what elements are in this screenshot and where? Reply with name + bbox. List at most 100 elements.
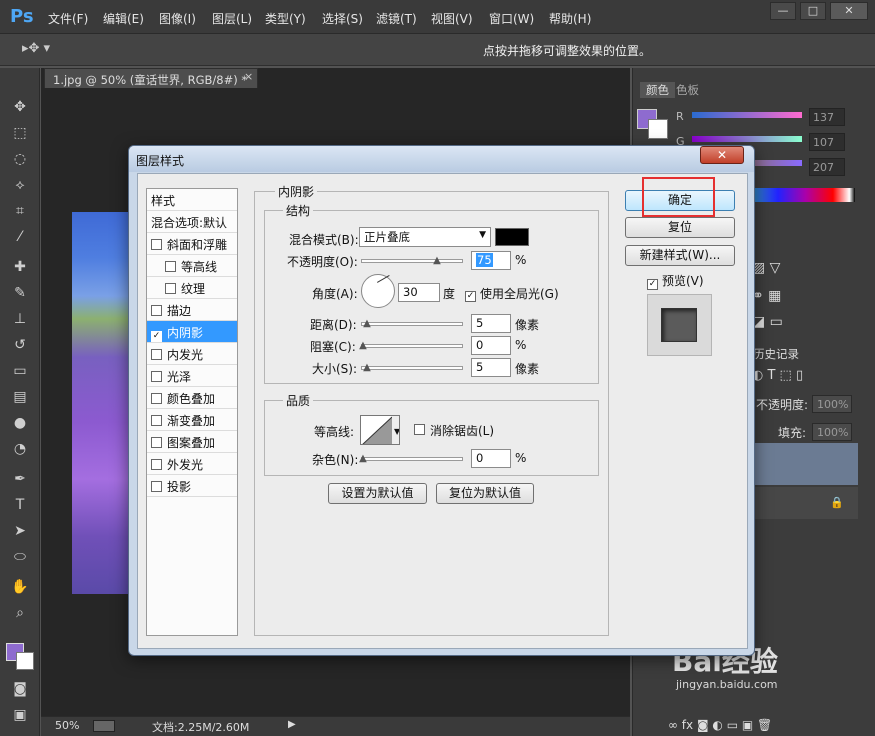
shape-tool-icon[interactable]: ⬭	[9, 548, 31, 566]
path-select-icon[interactable]: ➤	[9, 522, 31, 540]
stamp-tool-icon[interactable]: ⊥	[9, 310, 31, 328]
opacity-slider-thumb[interactable]: ▲	[432, 256, 442, 266]
maximize-button[interactable]: □	[800, 2, 826, 20]
eraser-tool-icon[interactable]: ▭	[9, 362, 31, 380]
layer-fill-field[interactable]: 100%	[812, 423, 852, 441]
quick-mask-icon[interactable]: ◙	[9, 680, 31, 698]
style-checkbox[interactable]	[151, 305, 162, 316]
background-color-swatch[interactable]	[16, 652, 34, 670]
style-checkbox[interactable]	[151, 415, 162, 426]
distance-field[interactable]: 5	[471, 314, 511, 333]
style-checkbox[interactable]	[151, 239, 162, 250]
lasso-tool-icon[interactable]: ◌	[9, 150, 31, 168]
panel-background-swatch[interactable]	[648, 119, 668, 139]
style-item[interactable]: 等高线	[147, 255, 237, 277]
new-style-button[interactable]: 新建样式(W)...	[625, 245, 735, 266]
angle-dial[interactable]	[361, 274, 395, 308]
eyedropper-tool-icon[interactable]: ⁄	[9, 228, 31, 246]
dodge-tool-icon[interactable]: ◔	[9, 440, 31, 458]
style-item[interactable]: 斜面和浮雕	[147, 233, 237, 255]
history-brush-icon[interactable]: ↺	[9, 336, 31, 354]
style-item[interactable]: ✓ 内阴影	[147, 321, 237, 343]
menu-item[interactable]: 帮助(H)	[549, 10, 591, 27]
zoom-tool-icon[interactable]: ⌕	[9, 604, 31, 622]
style-checkbox[interactable]: ✓	[151, 331, 162, 342]
styles-header[interactable]: 样式	[147, 189, 237, 211]
style-item[interactable]: 纹理	[147, 277, 237, 299]
antialias-checkbox[interactable]	[414, 423, 430, 437]
layer-bottom-icons[interactable]: ∞ fx ◙ ◐ ▭ ▣ 🗑	[668, 718, 772, 732]
brush-tool-icon[interactable]: ✎	[9, 284, 31, 302]
blur-tool-icon[interactable]: ●	[9, 414, 31, 432]
menu-item[interactable]: 选择(S)	[322, 10, 363, 27]
blend-mode-select[interactable]: 正片叠底 ▼	[359, 227, 491, 247]
reset-button[interactable]: 复位	[625, 217, 735, 238]
zoom-level[interactable]: 50%	[55, 719, 79, 732]
menu-item[interactable]: 图像(I)	[159, 10, 196, 27]
menu-item[interactable]: 视图(V)	[431, 10, 473, 27]
noise-slider-thumb[interactable]: ▲	[358, 454, 368, 464]
menu-item[interactable]: 窗口(W)	[489, 10, 534, 27]
style-item[interactable]: 颜色叠加	[147, 387, 237, 409]
noise-slider[interactable]	[361, 457, 463, 461]
b-slider[interactable]	[750, 160, 802, 166]
status-menu-arrow-icon[interactable]: ▶	[288, 719, 296, 730]
choke-slider[interactable]	[361, 344, 463, 348]
move-tool-preset-icon[interactable]: ▸✥ ▾	[22, 41, 50, 56]
b-field[interactable]: 207	[809, 158, 845, 176]
menu-item[interactable]: 图层(L)	[212, 10, 252, 27]
r-field[interactable]: 137	[809, 108, 845, 126]
angle-field[interactable]: 30	[398, 283, 440, 302]
style-item[interactable]: 光泽	[147, 365, 237, 387]
close-tab-icon[interactable]: ×	[244, 70, 253, 83]
gradient-tool-icon[interactable]: ▤	[9, 388, 31, 406]
layer-filter-icons[interactable]: ◐ T ⬚ ▯	[752, 368, 803, 383]
size-slider-thumb[interactable]: ▲	[362, 363, 372, 373]
screen-mode-icon[interactable]: ▣	[9, 706, 31, 724]
pen-tool-icon[interactable]: ✒	[9, 470, 31, 488]
style-checkbox[interactable]	[165, 283, 176, 294]
size-field[interactable]: 5	[471, 358, 511, 377]
adjustment-icons[interactable]: ▨ ▽	[752, 260, 780, 276]
document-tab[interactable]: 1.jpg @ 50% (童话世界, RGB/8#) *	[44, 68, 258, 88]
style-checkbox[interactable]	[151, 437, 162, 448]
style-item[interactable]: 描边	[147, 299, 237, 321]
style-item[interactable]: 投影	[147, 475, 237, 497]
adjustment-icons-row3[interactable]: ◪ ▭	[752, 314, 783, 330]
style-item[interactable]: 图案叠加	[147, 431, 237, 453]
menu-item[interactable]: 编辑(E)	[103, 10, 144, 27]
layer-opacity-field[interactable]: 100%	[812, 395, 852, 413]
color-spectrum[interactable]	[745, 188, 855, 202]
global-light-checkbox[interactable]: ✓	[465, 286, 481, 302]
noise-field[interactable]: 0	[471, 449, 511, 468]
style-item[interactable]: 渐变叠加	[147, 409, 237, 431]
choke-slider-thumb[interactable]: ▲	[358, 341, 368, 351]
reset-default-button[interactable]: 复位为默认值	[436, 483, 534, 504]
marquee-tool-icon[interactable]: ⬚	[9, 124, 31, 142]
minimize-button[interactable]: —	[770, 2, 796, 20]
quick-select-tool-icon[interactable]: ⟡	[9, 176, 31, 194]
r-slider[interactable]	[692, 112, 802, 118]
close-window-button[interactable]: ✕	[830, 2, 868, 20]
choke-field[interactable]: 0	[471, 336, 511, 355]
style-item[interactable]: 内发光	[147, 343, 237, 365]
style-checkbox[interactable]	[151, 481, 162, 492]
g-slider[interactable]	[692, 136, 802, 142]
healing-brush-icon[interactable]: ✚	[9, 258, 31, 276]
opacity-field[interactable]: 75	[471, 251, 511, 270]
menu-item[interactable]: 类型(Y)	[265, 10, 306, 27]
style-checkbox[interactable]	[165, 261, 176, 272]
canvas-image[interactable]	[72, 212, 134, 594]
menu-item[interactable]: 文件(F)	[48, 10, 88, 27]
shadow-color-swatch[interactable]	[495, 228, 529, 246]
style-checkbox[interactable]	[151, 371, 162, 382]
tab-color[interactable]: 颜色	[640, 82, 675, 98]
dialog-close-button[interactable]: ✕	[700, 146, 744, 164]
menu-item[interactable]: 滤镜(T)	[376, 10, 417, 27]
make-default-button[interactable]: 设置为默认值	[328, 483, 427, 504]
size-slider[interactable]	[361, 366, 463, 370]
adjustment-icons-row2[interactable]: ⚭ ▦	[752, 288, 781, 304]
move-tool-icon[interactable]: ✥	[9, 98, 31, 116]
tab-history[interactable]: 历史记录	[753, 346, 799, 362]
distance-slider-thumb[interactable]: ▲	[362, 319, 372, 329]
